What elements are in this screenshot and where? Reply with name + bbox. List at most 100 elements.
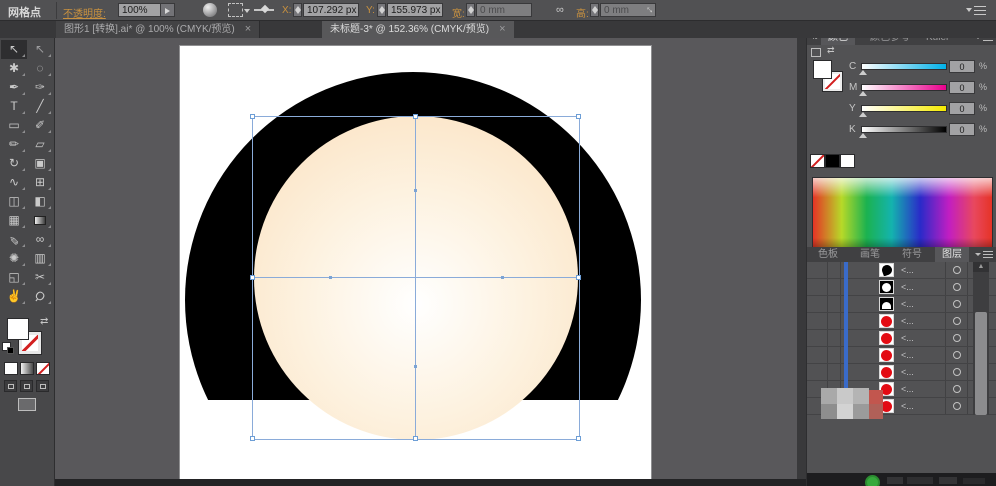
scroll-up-icon[interactable]: ▲ xyxy=(973,262,989,272)
layers-scrollbar[interactable]: ▲ xyxy=(973,262,989,415)
magenta-slider-knob[interactable] xyxy=(859,91,867,96)
live-paint-tool[interactable]: ◧ xyxy=(27,192,53,211)
layer-thumbnail[interactable] xyxy=(879,348,894,362)
selection-handle-n[interactable] xyxy=(413,114,418,119)
eyedropper-tool[interactable]: ✎ xyxy=(1,230,27,249)
swatch-mini-icon[interactable] xyxy=(811,48,821,57)
blend-tool[interactable]: ∞ xyxy=(27,230,53,249)
eraser-tool[interactable]: ▱ xyxy=(27,135,53,154)
cyan-slider-knob[interactable] xyxy=(859,70,867,75)
yellow-slider[interactable] xyxy=(861,105,947,112)
close-tab-icon[interactable]: × xyxy=(499,23,505,35)
selection-handle-sw[interactable] xyxy=(250,436,255,441)
layer-target-icon[interactable] xyxy=(953,283,961,291)
canvas-vertical-scrollbar[interactable] xyxy=(797,38,806,480)
type-tool[interactable]: T xyxy=(1,97,27,116)
magic-wand-tool[interactable]: ✱ xyxy=(1,59,27,78)
shape-builder-tool[interactable]: ◫ xyxy=(1,192,27,211)
opacity-label[interactable]: 不透明度: xyxy=(63,5,106,20)
direct-selection-tool[interactable]: ↖ xyxy=(27,40,53,59)
layer-thumbnail[interactable] xyxy=(879,263,894,277)
selection-handle-e[interactable] xyxy=(576,275,581,280)
y-field[interactable]: 155.973 px xyxy=(387,3,443,17)
width-field[interactable]: 0 mm xyxy=(476,3,532,17)
mesh-tool[interactable]: ▦ xyxy=(1,211,27,230)
layer-row[interactable]: <... xyxy=(807,347,996,364)
layer-thumbnail[interactable] xyxy=(879,365,894,379)
color-mode-button[interactable] xyxy=(4,362,18,375)
anchor-point[interactable] xyxy=(414,365,417,368)
layer-row[interactable]: <... xyxy=(807,279,996,296)
yellow-value-field[interactable]: 0 xyxy=(949,102,975,115)
rectangle-tool[interactable]: ▭ xyxy=(1,116,27,135)
cyan-slider[interactable] xyxy=(861,63,947,70)
layer-row[interactable]: <... xyxy=(807,364,996,381)
curvature-pen-tool[interactable]: ✑ xyxy=(27,78,53,97)
opacity-dropdown-icon[interactable] xyxy=(160,3,175,17)
symbol-sprayer-tool[interactable]: ✺ xyxy=(1,249,27,268)
layer-name[interactable]: <... xyxy=(901,367,914,377)
anchor-point[interactable] xyxy=(329,276,332,279)
cyan-value-field[interactable]: 0 xyxy=(949,60,975,73)
tab-symbols[interactable]: 符号 xyxy=(895,247,929,262)
black-swatch[interactable] xyxy=(825,154,840,168)
layer-target-icon[interactable] xyxy=(953,402,961,410)
layer-name[interactable]: <... xyxy=(901,333,914,343)
constrain-link-icon[interactable]: ∞ xyxy=(556,4,564,16)
layer-thumbnail[interactable] xyxy=(879,297,894,311)
layer-target-icon[interactable] xyxy=(953,334,961,342)
y-stepper[interactable] xyxy=(377,3,386,17)
layer-target-icon[interactable] xyxy=(953,368,961,376)
layer-target-icon[interactable] xyxy=(953,385,961,393)
rotate-tool[interactable]: ↻ xyxy=(1,154,27,173)
slice-tool[interactable]: ✂ xyxy=(27,268,53,287)
selection-handle-nw[interactable] xyxy=(250,114,255,119)
artboard[interactable] xyxy=(180,46,651,480)
fill-color-swatch[interactable] xyxy=(7,318,29,340)
layer-name[interactable]: <... xyxy=(901,384,914,394)
free-transform-tool[interactable]: ▣ xyxy=(27,154,53,173)
pen-tool[interactable]: ✒ xyxy=(1,78,27,97)
width-stepper[interactable] xyxy=(466,3,475,17)
height-stepper[interactable] xyxy=(590,3,599,17)
layer-row[interactable]: <... xyxy=(807,262,996,279)
graphic-style-icon[interactable] xyxy=(203,3,217,17)
layer-target-icon[interactable] xyxy=(953,266,961,274)
black-slider[interactable] xyxy=(861,126,947,133)
tab-brushes[interactable]: 画笔 xyxy=(853,247,887,262)
magenta-slider[interactable] xyxy=(861,84,947,91)
layer-thumbnail[interactable] xyxy=(879,280,894,294)
scrollbar-thumb[interactable] xyxy=(975,312,987,415)
black-value-field[interactable]: 0 xyxy=(949,123,975,136)
draw-behind-button[interactable] xyxy=(20,380,33,392)
layer-thumbnail[interactable] xyxy=(879,314,894,328)
selection-handle-s[interactable] xyxy=(413,436,418,441)
tab-swatches[interactable]: 色板 xyxy=(811,247,845,262)
select-similar-icon[interactable] xyxy=(228,3,250,17)
draw-normal-button[interactable] xyxy=(4,380,17,392)
screen-mode-button[interactable] xyxy=(18,398,36,411)
swap-fill-stroke-icon[interactable]: ⇄ xyxy=(40,316,48,327)
lasso-tool[interactable]: ◌ xyxy=(27,59,53,78)
layer-row[interactable]: <... xyxy=(807,313,996,330)
close-tab-icon[interactable]: × xyxy=(245,23,251,35)
layer-name[interactable]: <... xyxy=(901,282,914,292)
selection-tool[interactable]: ↖ xyxy=(1,40,27,59)
none-swatch[interactable] xyxy=(810,154,825,168)
anchor-point[interactable] xyxy=(414,189,417,192)
layer-target-icon[interactable] xyxy=(953,317,961,325)
x-field[interactable]: 107.292 px xyxy=(303,3,359,17)
draw-inside-button[interactable] xyxy=(36,380,49,392)
none-mode-button[interactable] xyxy=(36,362,50,375)
yellow-slider-knob[interactable] xyxy=(859,112,867,117)
gradient-mode-button[interactable] xyxy=(20,362,34,375)
x-stepper[interactable] xyxy=(293,3,302,17)
column-graph-tool[interactable]: ▥ xyxy=(27,249,53,268)
layer-name[interactable]: <... xyxy=(901,299,914,309)
magenta-value-field[interactable]: 0 xyxy=(949,81,975,94)
layer-thumbnail[interactable] xyxy=(879,331,894,345)
paintbrush-tool[interactable]: ✐ xyxy=(27,116,53,135)
swap-fill-stroke-icon[interactable]: ⇄ xyxy=(827,45,835,56)
layer-name[interactable]: <... xyxy=(901,265,914,275)
perspective-grid-tool[interactable]: ⊞ xyxy=(27,173,53,192)
